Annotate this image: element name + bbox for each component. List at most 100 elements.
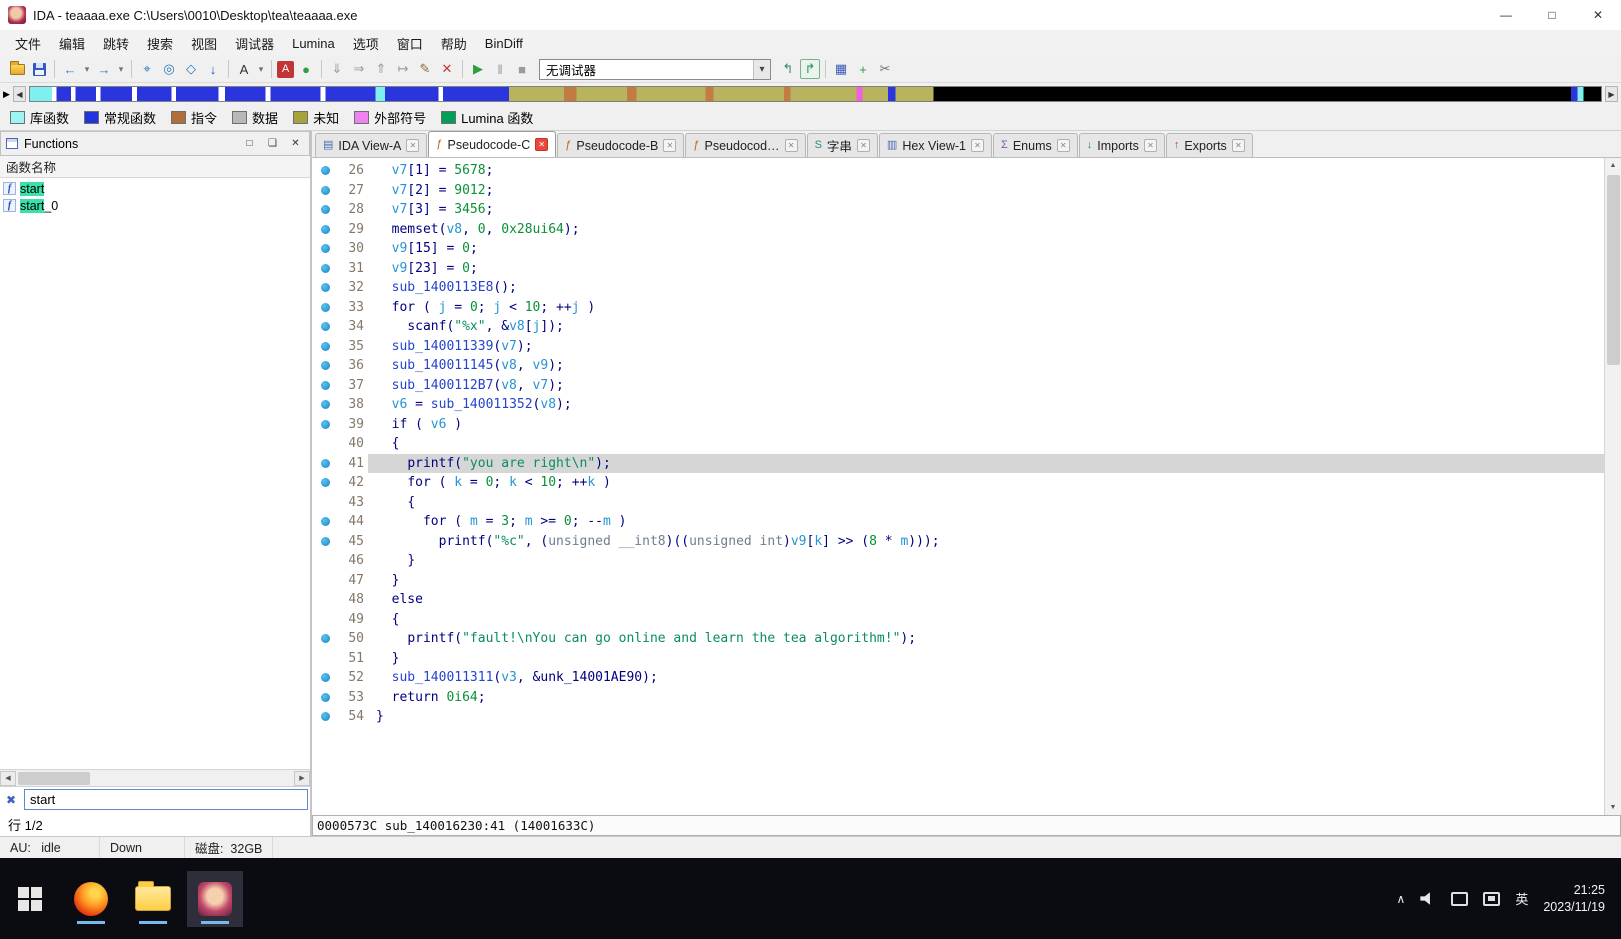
breakpoint-gutter[interactable]: [312, 224, 338, 234]
font-select-menu-icon[interactable]: ▾: [256, 59, 266, 79]
quick-filter-icon[interactable]: ✖: [2, 793, 20, 807]
function-row[interactable]: f start: [0, 180, 310, 197]
code-vscrollbar[interactable]: ▲ ▼: [1604, 158, 1621, 815]
code-text[interactable]: {: [368, 434, 1604, 454]
code-line[interactable]: 27 v7[2] = 9012;: [312, 181, 1604, 201]
tab-imports[interactable]: ↓ Imports ✕: [1078, 133, 1165, 157]
code-text[interactable]: printf("%c", (unsigned __int8)((unsigned…: [368, 532, 1604, 552]
breakpoint-gutter[interactable]: [312, 458, 338, 468]
code-line[interactable]: 33 for ( j = 0; j < 10; ++j ): [312, 298, 1604, 318]
code-line[interactable]: 38 v6 = sub_140011352(v8);: [312, 395, 1604, 415]
vscroll-thumb[interactable]: [1606, 175, 1620, 365]
code-line[interactable]: 35 sub_140011339(v7);: [312, 337, 1604, 357]
code-line[interactable]: 46 }: [312, 551, 1604, 571]
taskbar-clock[interactable]: 21:25 2023/11/19: [1543, 882, 1605, 916]
code-line[interactable]: 50 printf("fault!\nYou can go online and…: [312, 629, 1604, 649]
breakpoint-gutter[interactable]: [312, 361, 338, 371]
code-line[interactable]: 54}: [312, 707, 1604, 727]
breakpoint-gutter[interactable]: [312, 166, 338, 176]
breakpoint-gutter[interactable]: [312, 185, 338, 195]
code-text[interactable]: v6 = sub_140011352(v8);: [368, 395, 1604, 415]
breakpoint-dot[interactable]: [320, 400, 330, 410]
menu-item[interactable]: 调试器: [226, 30, 283, 56]
breakpoint-dot[interactable]: [320, 283, 330, 293]
edit-patch-icon[interactable]: ✎: [415, 59, 435, 79]
function-search-input[interactable]: [24, 789, 308, 810]
breakpoint-dot[interactable]: [320, 517, 330, 527]
start-button[interactable]: [0, 858, 60, 939]
open-file-icon[interactable]: [7, 59, 27, 79]
step-into-icon[interactable]: ⇓: [327, 59, 347, 79]
panel-maximize-icon[interactable]: □: [241, 135, 258, 152]
vscroll-down-icon[interactable]: ▼: [1610, 800, 1617, 815]
breakpoint-gutter[interactable]: [312, 634, 338, 644]
open-debugger-icon[interactable]: ↱: [800, 59, 820, 79]
code-line[interactable]: 26 v7[1] = 5678;: [312, 161, 1604, 181]
code-text[interactable]: v7[2] = 9012;: [368, 181, 1604, 201]
menu-item[interactable]: 编辑: [50, 30, 94, 56]
breakpoint-dot[interactable]: [320, 419, 330, 429]
breakpoint-gutter[interactable]: [312, 380, 338, 390]
code-text[interactable]: {: [368, 610, 1604, 630]
code-line[interactable]: 32 sub_1400113E8();: [312, 278, 1604, 298]
dock-arrow-icon[interactable]: ▶: [3, 89, 10, 99]
code-lines[interactable]: 26 v7[1] = 5678; 27 v7[2] = 9012; 28 v7[3]…: [312, 158, 1604, 815]
code-text[interactable]: for ( j = 0; j < 10; ++j ): [368, 298, 1604, 318]
tab-strings[interactable]: S 字串 ✕: [806, 133, 878, 157]
menu-item[interactable]: Lumina: [283, 30, 344, 56]
taskbar-explorer-icon[interactable]: [125, 871, 181, 927]
code-text[interactable]: v9[15] = 0;: [368, 239, 1604, 259]
stop-process-icon[interactable]: ■: [512, 59, 532, 79]
font-select-icon[interactable]: A: [234, 59, 254, 79]
code-text[interactable]: v9[23] = 0;: [368, 259, 1604, 279]
jump-by-xref-icon[interactable]: ◎: [159, 59, 179, 79]
panel-close-icon[interactable]: ✕: [287, 135, 304, 152]
code-text[interactable]: for ( k = 0; k < 10; ++k ): [368, 473, 1604, 493]
code-text[interactable]: memset(v8, 0, 0x28ui64);: [368, 220, 1604, 240]
code-line[interactable]: 40 {: [312, 434, 1604, 454]
jump-by-address-icon[interactable]: ◇: [181, 59, 201, 79]
script-command-icon[interactable]: ✂: [875, 59, 895, 79]
code-line[interactable]: 47 }: [312, 571, 1604, 591]
breakpoint-dot[interactable]: [320, 712, 330, 722]
breakpoint-dot[interactable]: [320, 185, 330, 195]
breakpoint-dot[interactable]: [320, 634, 330, 644]
code-line[interactable]: 52 sub_140011311(v3, &unk_14001AE90);: [312, 668, 1604, 688]
maximize-button[interactable]: □: [1529, 0, 1575, 30]
panel-float-icon[interactable]: ❏: [264, 135, 281, 152]
tab-ida-view[interactable]: ▤ IDA View-A ✕: [315, 133, 428, 157]
windows-list-icon[interactable]: ▦: [831, 59, 851, 79]
menu-item[interactable]: 跳转: [94, 30, 138, 56]
code-line[interactable]: 34 scanf("%x", &v8[j]);: [312, 317, 1604, 337]
tab-exports[interactable]: ↑ Exports ✕: [1165, 133, 1253, 157]
breakpoint-dot[interactable]: [320, 361, 330, 371]
breakpoint-gutter[interactable]: [312, 400, 338, 410]
code-line[interactable]: 44 for ( m = 3; m >= 0; --m ): [312, 512, 1604, 532]
tab-close-icon[interactable]: ✕: [663, 139, 677, 152]
breakpoint-dot[interactable]: [320, 380, 330, 390]
tab-close-icon[interactable]: ✕: [1231, 139, 1245, 152]
tab-pseudocode[interactable]: ƒ Pseudocod… ✕: [685, 133, 806, 157]
save-icon[interactable]: [29, 59, 49, 79]
breakpoint-dot[interactable]: [320, 478, 330, 488]
code-line[interactable]: 28 v7[3] = 3456;: [312, 200, 1604, 220]
breakpoint-dot[interactable]: [320, 692, 330, 702]
minimize-button[interactable]: —: [1483, 0, 1529, 30]
start-process-icon[interactable]: ▶: [468, 59, 488, 79]
breakpoint-dot[interactable]: [320, 322, 330, 332]
code-line[interactable]: 48 else: [312, 590, 1604, 610]
menu-item[interactable]: 选项: [344, 30, 388, 56]
code-text[interactable]: return 0i64;: [368, 688, 1604, 708]
menu-item[interactable]: 视图: [182, 30, 226, 56]
menu-item[interactable]: 文件: [6, 30, 50, 56]
menu-item[interactable]: BinDiff: [476, 30, 532, 56]
debugger-select[interactable]: 无调试器 ▾: [539, 58, 771, 80]
tab-hex[interactable]: ▥ Hex View-1 ✕: [878, 133, 993, 157]
tray-expand-icon[interactable]: ∧: [1397, 892, 1406, 906]
breakpoint-dot[interactable]: [320, 341, 330, 351]
highlight-color-icon[interactable]: A: [277, 60, 294, 78]
code-text[interactable]: sub_140011145(v8, v9);: [368, 356, 1604, 376]
menu-item[interactable]: 搜索: [138, 30, 182, 56]
cancel-operation-icon[interactable]: ✕: [437, 59, 457, 79]
code-line[interactable]: 30 v9[15] = 0;: [312, 239, 1604, 259]
